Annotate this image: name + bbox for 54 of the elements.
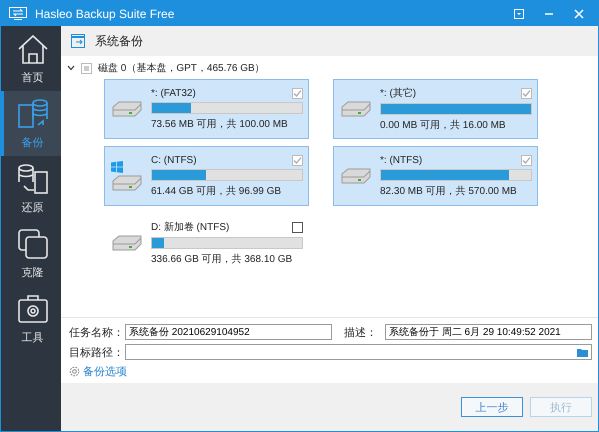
checkbox[interactable] [292,154,303,166]
partition-name: C: (NTFS) [151,154,197,166]
expand-caret-icon[interactable] [67,64,75,72]
app-logo-icon [9,7,27,20]
checkbox[interactable] [292,88,303,98]
folder-icon[interactable] [577,348,588,356]
field-label: 描述： [344,326,377,340]
footer-button[interactable]: 上一步 [461,397,523,417]
backup-options-link[interactable]: 备份选项 [69,364,127,379]
partition-size: 73.56 MB 可用，共 100.00 MB [151,118,289,130]
close-icon [574,8,584,18]
partition-card[interactable]: *: (其它) 0.00 MB 可用，共 16.00 MB [333,79,538,139]
drive-icon [340,101,372,117]
sidebar-item[interactable]: 首页 [1,26,61,91]
gear-icon [69,366,80,377]
target-path-field[interactable] [125,344,592,360]
disk-checkbox[interactable] [81,62,92,74]
copy-icon [16,227,50,261]
home-icon [16,32,50,66]
dropdown-icon [514,8,524,18]
checkbox[interactable] [521,154,532,166]
drive-icon [111,101,143,117]
sidebar-item[interactable]: 克隆 [1,221,61,286]
minimize-icon [544,12,554,14]
partition-size: 61.44 GB 可用，共 96.99 GB [151,184,282,198]
partition-size: 82.30 MB 可用，共 570.00 MB [380,184,518,198]
partition-size: 336.66 GB 可用，共 368.10 GB [151,252,294,266]
partition-card[interactable]: *: (FAT32) 73.56 MB 可用，共 100.00 MB [104,79,309,139]
partition-card[interactable]: *: (NTFS) 82.30 MB 可用，共 570.00 MB [333,146,538,206]
export-icon [71,34,85,48]
database-server-icon [16,162,50,196]
drive-icon [111,235,143,251]
disk-label: 磁盘 0（基本盘，GPT，465.76 GB） [98,62,265,75]
partition-name: *: (其它) [380,86,416,100]
drive-icon [340,168,372,184]
partition-size: 0.00 MB 可用，共 16.00 MB [380,118,507,132]
checkbox[interactable] [292,222,303,232]
field-label: 目标路径： [69,346,121,360]
server-database-icon [16,97,50,131]
sidebar-item[interactable]: 工具 [1,286,61,351]
task-name-field[interactable]: 系统备份 20210629104952 [125,324,332,340]
windows-logo-icon [111,161,123,173]
sidebar-item[interactable]: 还原 [1,156,61,221]
partition-card[interactable]: C: (NTFS) 61.44 GB 可用，共 96.99 GB [104,146,309,206]
window-title: Hasleo Backup Suite Free [35,6,176,20]
drive-icon [111,175,143,191]
description-field[interactable]: 系统备份于 周二 6月 29 10:49:52 2021 [385,324,592,340]
field-label: 任务名称： [69,326,121,340]
page-title: 系统备份 [95,32,143,50]
partition-name: *: (FAT32) [151,88,196,98]
toolbox-icon [16,292,50,326]
partition-name: *: (NTFS) [380,154,422,166]
checkbox[interactable] [521,88,532,98]
partition-name: D: 新加卷 (NTFS) [151,220,230,234]
